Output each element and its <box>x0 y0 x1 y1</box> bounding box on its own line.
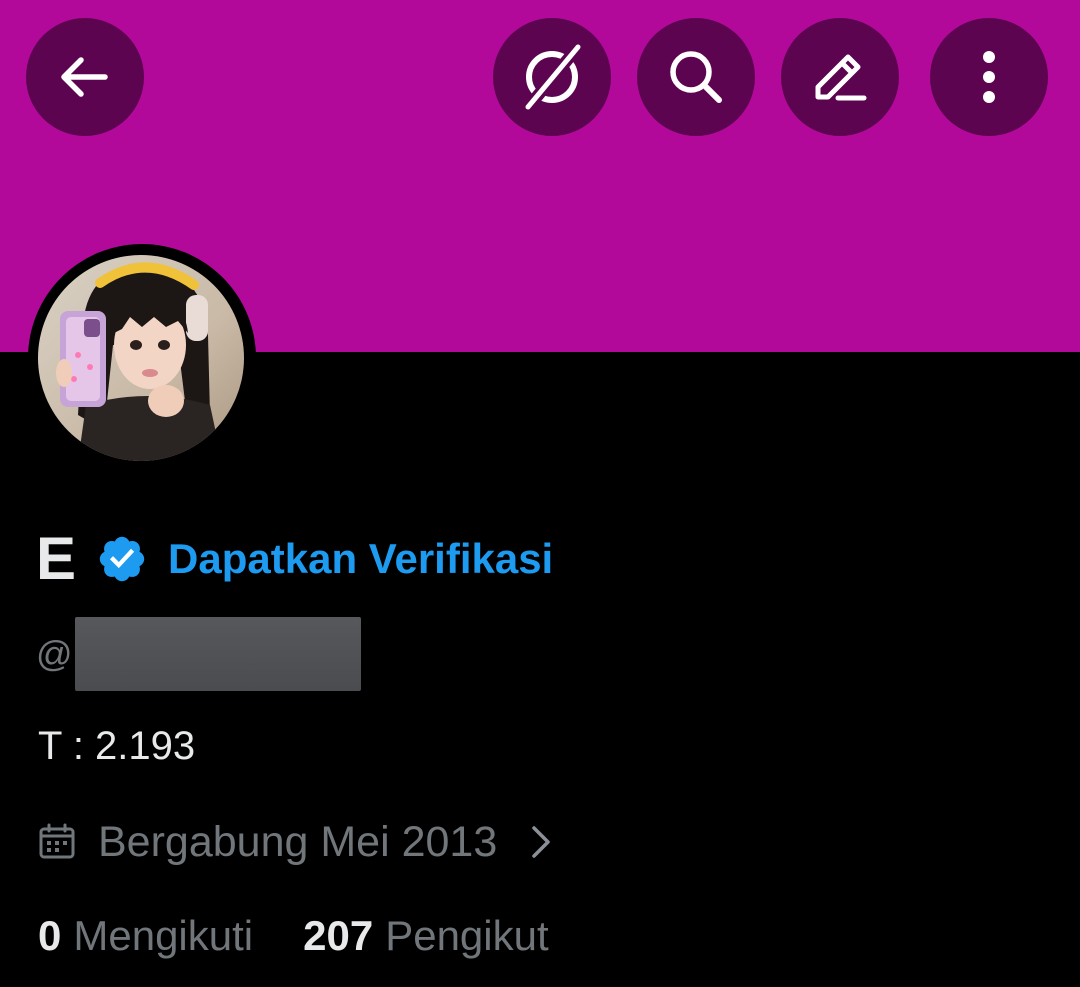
chevron-right-icon <box>532 826 550 858</box>
grok-icon <box>524 41 584 111</box>
followers-count: 207 <box>303 912 374 959</box>
back-button[interactable] <box>26 18 144 136</box>
profile-name-row: E Dapatkan Verifikasi <box>36 526 553 592</box>
more-vertical-icon <box>983 51 995 103</box>
handle-prefix: @ <box>36 633 73 674</box>
arrow-left-icon <box>61 57 108 97</box>
followers-label: Pengikut <box>385 912 549 959</box>
profile-bio: T : 2.193 <box>38 724 196 768</box>
edit-button[interactable] <box>781 18 899 136</box>
handle-row: @ <box>36 616 361 692</box>
grok-button[interactable] <box>493 18 611 136</box>
avatar[interactable] <box>38 255 244 461</box>
search-button[interactable] <box>637 18 755 136</box>
joined-row[interactable]: Bergabung Mei 2013 <box>38 812 553 872</box>
get-verified-link[interactable]: Dapatkan Verifikasi <box>168 526 553 592</box>
following-stat[interactable]: 0 Mengikuti <box>38 906 253 966</box>
calendar-icon <box>39 823 75 859</box>
more-button[interactable] <box>930 18 1048 136</box>
handle-redacted <box>74 617 361 691</box>
search-icon <box>670 51 722 103</box>
edit-icon <box>815 54 867 101</box>
verified-badge-icon[interactable] <box>96 533 148 585</box>
display-name: E <box>36 525 77 592</box>
joined-date: Bergabung Mei 2013 <box>98 818 498 866</box>
follow-stats: 0 Mengikuti 207 Pengikut <box>38 906 549 966</box>
following-count: 0 <box>38 912 62 959</box>
following-label: Mengikuti <box>73 912 254 959</box>
followers-stat[interactable]: 207 Pengikut <box>303 906 549 966</box>
